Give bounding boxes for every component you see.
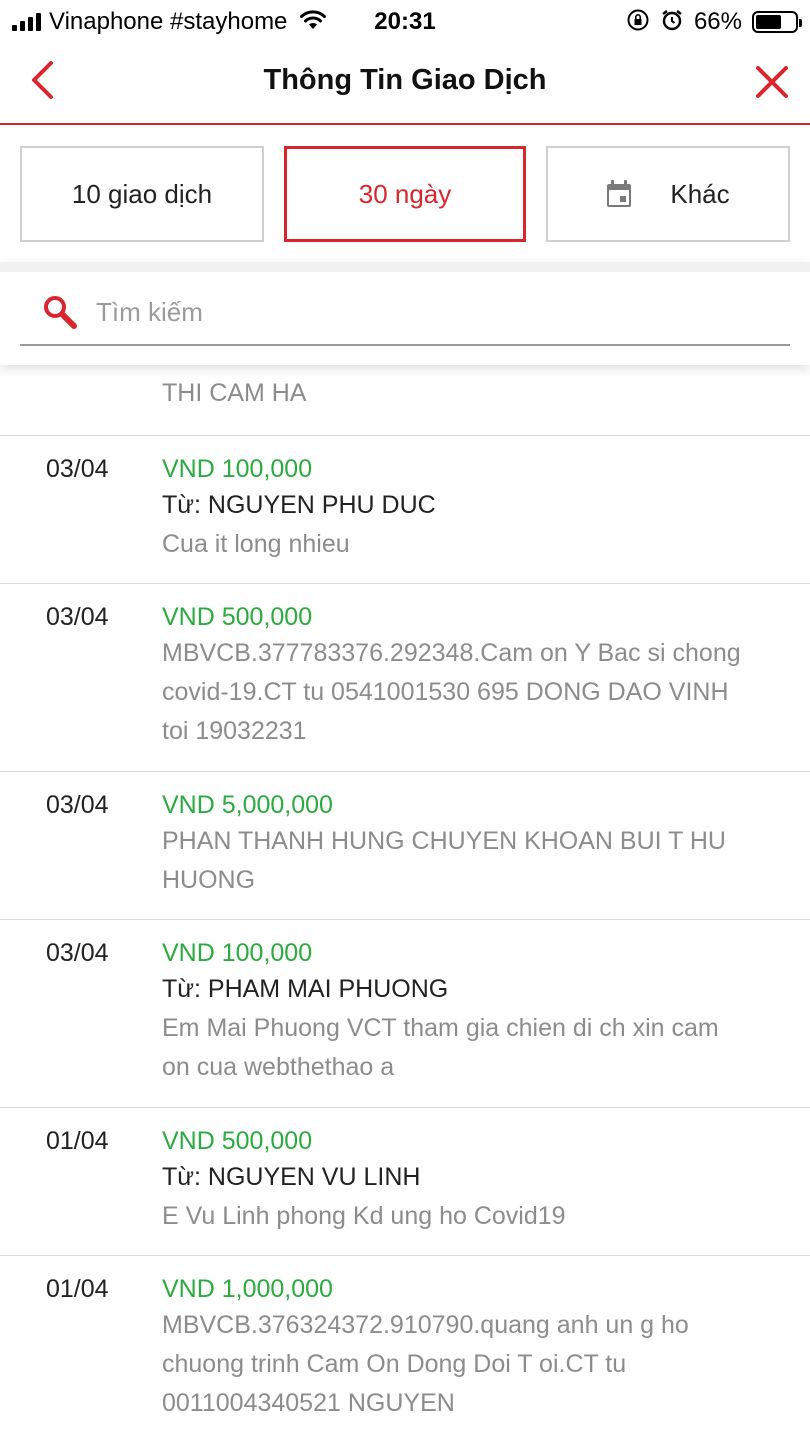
search-section	[0, 262, 810, 365]
alarm-icon	[660, 8, 684, 37]
transaction-amount: VND 500,000	[162, 1127, 313, 1155]
transaction-description: E Vu Linh phong Kd ung ho Covid19	[162, 1202, 566, 1230]
filter-30-days[interactable]: 30 ngày	[284, 146, 526, 242]
calendar-icon	[606, 180, 632, 208]
transaction-description-line: HUONG	[162, 866, 256, 894]
search-input[interactable]	[96, 296, 790, 328]
close-button[interactable]	[752, 60, 792, 104]
transaction-sender: Từ: NGUYEN VU LINH	[162, 1163, 421, 1191]
transaction-amount: VND 500,000	[162, 603, 313, 631]
status-bar: Vinaphone #stayhome 20:31 66%	[0, 0, 810, 44]
transaction-date: 03/04	[46, 455, 109, 483]
page-title: Thông Tin Giao Dịch	[263, 64, 547, 96]
transaction-description-line: chuong trinh Cam On Dong Doi T oi.CT tu	[162, 1350, 627, 1378]
transaction-description-line: PHAN THANH HUNG CHUYEN KHOAN BUI T HU	[162, 827, 726, 855]
transaction-description-line: toi 19032231	[162, 717, 307, 745]
transaction-date: 03/04	[46, 939, 109, 967]
transaction-sender: Từ: NGUYEN PHU DUC	[162, 491, 436, 519]
transaction-amount: VND 100,000	[162, 455, 313, 483]
transaction-date: 01/04	[46, 1275, 109, 1303]
rotation-lock-icon	[626, 8, 650, 37]
filter-10-transactions[interactable]: 10 giao dịch	[20, 146, 264, 242]
transaction-description-line: 0011004340521 NGUYEN	[162, 1389, 455, 1417]
transaction-list[interactable]: THI CAM HA 03/04 VND 100,000 Từ: NGUYEN …	[0, 365, 810, 1440]
app-header: Thông Tin Giao Dịch	[0, 44, 810, 124]
transaction-row[interactable]: 01/04 VND 1,000,000 MBVCB.376324372.9107…	[0, 1255, 810, 1440]
transaction-description-line: covid-19.CT tu 0541001530 695 DONG DAO V…	[162, 678, 729, 706]
transaction-row[interactable]: 01/04 VND 500,000 Từ: NGUYEN VU LINH E V…	[0, 1107, 810, 1256]
transaction-description-line: MBVCB.376324372.910790.quang anh un g ho	[162, 1311, 689, 1339]
transaction-description-line: Em Mai Phuong VCT tham gia chien di ch x…	[162, 1014, 719, 1042]
search-icon	[42, 294, 78, 330]
transaction-row[interactable]: 03/04 VND 5,000,000 PHAN THANH HUNG CHUY…	[0, 771, 810, 920]
transaction-amount: VND 100,000	[162, 939, 313, 967]
battery-percent: 66%	[693, 8, 742, 35]
transaction-description-line: on cua webthethao a	[162, 1053, 395, 1081]
filter-bar: 10 giao dịch 30 ngày Khác	[0, 125, 810, 262]
search-bar	[20, 280, 790, 346]
battery-icon	[752, 11, 802, 33]
filter-other[interactable]: Khác	[546, 146, 790, 242]
filter-label: 30 ngày	[358, 178, 452, 209]
close-icon	[756, 66, 788, 98]
transaction-desc-partial: THI CAM HA	[162, 379, 307, 407]
transaction-amount: VND 1,000,000	[162, 1275, 333, 1303]
transaction-row[interactable]: 03/04 VND 100,000 Từ: PHAM MAI PHUONG Em…	[0, 919, 810, 1108]
filter-label: 10 giao dịch	[71, 178, 213, 209]
transaction-description-line: MBVCB.377783376.292348.Cam on Y Bac si c…	[162, 639, 741, 667]
transaction-date: 01/04	[46, 1127, 109, 1155]
transaction-date: 03/04	[46, 603, 109, 631]
transaction-row[interactable]: 03/04 VND 500,000 MBVCB.377783376.292348…	[0, 583, 810, 772]
transaction-row[interactable]: 03/04 VND 100,000 Từ: NGUYEN PHU DUC Cua…	[0, 435, 810, 584]
transaction-date: 03/04	[46, 791, 109, 819]
transaction-sender: Từ: PHAM MAI PHUONG	[162, 975, 449, 1003]
transaction-description: Cua it long nhieu	[162, 530, 350, 558]
transaction-amount: VND 5,000,000	[162, 791, 333, 819]
filter-label: Khác	[670, 178, 730, 209]
